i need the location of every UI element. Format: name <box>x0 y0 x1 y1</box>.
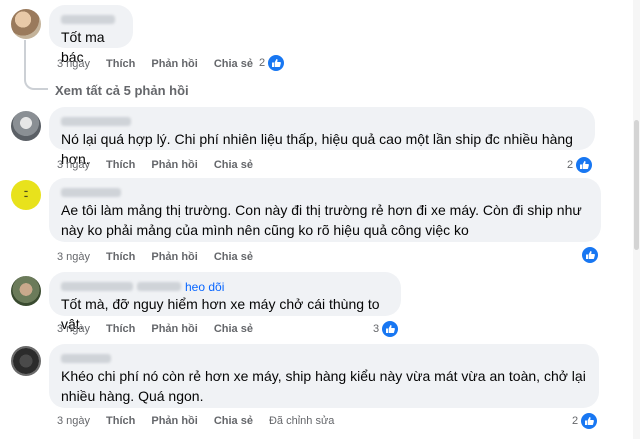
thumbs-up-icon <box>268 55 285 71</box>
share-button[interactable]: Chia sẻ <box>214 323 253 335</box>
comment-time[interactable]: 3 ngày <box>57 159 90 171</box>
comment-time[interactable]: 3 ngày <box>57 323 90 335</box>
reaction-count[interactable]: 2 <box>572 413 598 429</box>
commenter-name[interactable] <box>61 12 121 27</box>
reaction-count[interactable]: 3 <box>373 321 399 337</box>
comment-actions: 3 ngày Thích Phản hồi Chia sẻ <box>57 57 253 71</box>
avatar[interactable] <box>11 346 41 376</box>
redacted-name <box>61 188 121 197</box>
follow-link[interactable]: heo dõi <box>185 280 224 294</box>
thread-connector <box>24 40 26 78</box>
avatar[interactable] <box>11 111 41 141</box>
comment-bubble: heo dõi Tốt mà, đỡ nguy hiểm hơn xe máy … <box>49 272 401 332</box>
redacted-name <box>61 117 131 126</box>
reply-button[interactable]: Phản hồi <box>151 415 197 427</box>
reaction-count[interactable]: 2 <box>567 157 593 173</box>
reply-button[interactable]: Phản hồi <box>151 159 197 171</box>
reaction-number: 3 <box>373 323 380 335</box>
like-button[interactable]: Thích <box>106 159 135 171</box>
avatar-logo: ▪▪ ▪▪ <box>24 189 28 200</box>
comment-actions: 3 ngày Thích Phản hồi Chia sẻ <box>57 158 253 172</box>
commenter-name[interactable] <box>61 114 583 129</box>
comment-bubble: Tốt ma bác <box>49 5 133 65</box>
share-button[interactable]: Chia sẻ <box>214 58 253 70</box>
avatar[interactable] <box>11 276 41 306</box>
like-button[interactable]: Thích <box>106 323 135 335</box>
thumbs-up-icon <box>576 157 593 173</box>
share-button[interactable]: Chia sẻ <box>214 159 253 171</box>
redacted-name <box>61 282 133 291</box>
avatar[interactable] <box>11 9 41 39</box>
reply-button[interactable]: Phản hồi <box>151 323 197 335</box>
view-all-replies-link[interactable]: Xem tất cả 5 phản hồi <box>55 83 189 98</box>
like-button[interactable]: Thích <box>106 415 135 427</box>
comment-time[interactable]: 3 ngày <box>57 415 90 427</box>
share-button[interactable]: Chia sẻ <box>214 415 253 427</box>
reaction-number: 2 <box>567 159 574 171</box>
comment-actions: 3 ngày Thích Phản hồi Chia sẻ Đã chỉnh s… <box>57 414 334 428</box>
like-button[interactable]: Thích <box>106 251 135 263</box>
edited-label[interactable]: Đã chỉnh sửa <box>269 415 334 427</box>
redacted-name <box>137 282 181 291</box>
avatar[interactable]: ▪▪ ▪▪ <box>11 180 41 210</box>
comment-text: Khéo chi phí nó còn rẻ hơn xe máy, ship … <box>61 368 586 404</box>
thumbs-up-icon <box>582 247 598 263</box>
thumbs-up-icon <box>581 413 598 429</box>
share-button[interactable]: Chia sẻ <box>214 251 253 263</box>
like-button[interactable]: Thích <box>106 58 135 70</box>
reply-button[interactable]: Phản hồi <box>151 58 197 70</box>
comment-text: Ae tôi làm mảng thị trường. Con này đi t… <box>61 202 582 238</box>
reaction-number: 2 <box>572 415 579 427</box>
commenter-name[interactable] <box>61 351 587 366</box>
comment-actions: 3 ngày Thích Phản hồi Chia sẻ <box>57 322 253 336</box>
comment-bubble: Khéo chi phí nó còn rẻ hơn xe máy, ship … <box>49 344 599 408</box>
reaction-count[interactable] <box>582 247 598 263</box>
redacted-name <box>61 15 115 24</box>
thread-connector-curve <box>24 74 48 90</box>
commenter-name[interactable]: heo dõi <box>61 279 389 294</box>
reply-button[interactable]: Phản hồi <box>151 251 197 263</box>
commenter-name[interactable] <box>61 185 589 200</box>
thumbs-up-icon <box>382 321 399 337</box>
reaction-number: 2 <box>259 57 266 69</box>
comment-time[interactable]: 3 ngày <box>57 58 90 70</box>
comment-time[interactable]: 3 ngày <box>57 251 90 263</box>
redacted-name <box>61 354 111 363</box>
comment-bubble: Nó lại quá hợp lý. Chi phí nhiên liệu th… <box>49 107 595 167</box>
comment-bubble: Ae tôi làm mảng thị trường. Con này đi t… <box>49 178 601 242</box>
reaction-count[interactable]: 2 <box>259 55 285 71</box>
scrollbar-thumb[interactable] <box>634 120 639 250</box>
comment-actions: 3 ngày Thích Phản hồi Chia sẻ <box>57 250 253 264</box>
